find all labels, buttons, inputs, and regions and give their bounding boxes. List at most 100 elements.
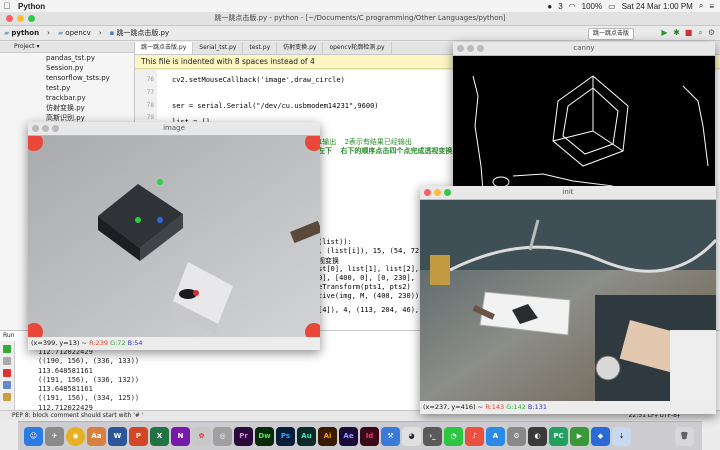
pixel-red: R:239 — [89, 339, 108, 347]
tab-test[interactable]: test.py — [243, 42, 278, 54]
app-menu-name[interactable]: Python — [18, 2, 45, 11]
zoom-icon[interactable] — [52, 125, 59, 132]
code-line: [4]), 4, (113, 204, 46), - — [318, 306, 428, 314]
ide-title-bar: 跳一跳点击版.py - python - [~/Documents/C prog… — [0, 12, 720, 26]
run-configuration-select[interactable]: 跳一跳点击版 — [588, 28, 635, 40]
navigation-bar: ▰ python › ▰ opencv › ▪ 跳一跳点击版.py 跳一跳点击版 ▶ … — [0, 26, 720, 41]
image-window: image (x=399, y=13) ~ R:239 G:72 B:54 — [28, 122, 320, 350]
minimize-icon[interactable] — [17, 15, 24, 22]
terminal-icon[interactable]: ›_ — [423, 426, 442, 446]
photoshop-icon[interactable]: Ps — [276, 426, 295, 446]
audition-icon[interactable]: Au — [297, 426, 316, 446]
photos-icon[interactable]: ✿ — [192, 426, 211, 446]
breadcrumb-file[interactable]: ▪ 跳一跳点击版.py — [110, 28, 170, 38]
tab-contour[interactable]: opencv轮廓检测.py — [323, 42, 392, 54]
chevron-right-icon: › — [98, 29, 102, 37]
wechat-icon[interactable]: ◔ — [444, 426, 463, 446]
notification-count[interactable]: 3 — [558, 2, 562, 11]
breadcrumb-python[interactable]: ▰ python — [4, 29, 39, 37]
clock[interactable]: Sat 24 Mar 1:00 PM — [622, 2, 693, 11]
wechat-icon[interactable]: ● — [547, 2, 552, 11]
stop-icon[interactable] — [3, 369, 11, 377]
scroll-icon[interactable] — [3, 357, 11, 365]
search-everywhere-icon[interactable]: ⌕ — [696, 28, 705, 37]
app-icon[interactable]: ◎ — [213, 426, 232, 446]
search-icon[interactable]: ⌕ — [699, 1, 703, 11]
word-icon[interactable]: W — [108, 426, 127, 446]
menu-icon[interactable]: ≡ — [709, 2, 714, 11]
stop-icon[interactable]: ■ — [684, 28, 693, 37]
python-file-icon: ▪ — [109, 29, 115, 37]
breadcrumb-opencv[interactable]: ▰ opencv — [58, 29, 91, 37]
app-icon[interactable]: ◐ — [528, 426, 547, 446]
console-output[interactable]: 112.712022429 ((190, 156), (336, 133)) 113… — [38, 348, 139, 413]
launchpad-icon[interactable]: ✈ — [45, 426, 64, 446]
init-window: init (x=237, y=416) ~ R:143 G:142 B:131 — [420, 186, 716, 414]
tab-main-file[interactable]: 跳一跳点击版.py — [135, 42, 194, 54]
onenote-icon[interactable]: N — [171, 426, 190, 446]
project-panel-header[interactable]: Project ▾ — [0, 42, 134, 53]
code-line: st[0], list[1], list[2], l — [318, 265, 428, 273]
minimize-icon[interactable] — [434, 189, 441, 196]
dock: ☺ ✈ ◉ Aa W P X N ✿ ◎ Pr Dw Ps Au Ai Ae I… — [18, 421, 702, 450]
illustrator-icon[interactable]: Ai — [318, 426, 337, 446]
qq-icon[interactable]: ◕ — [402, 426, 421, 446]
rerun-icon[interactable] — [3, 345, 11, 353]
powerpoint-icon[interactable]: P — [129, 426, 148, 446]
after-effects-icon[interactable]: Ae — [339, 426, 358, 446]
pycharm-icon[interactable]: PC — [549, 426, 568, 446]
project-file[interactable]: test.py — [0, 83, 134, 93]
folder-icon: ▰ — [4, 29, 10, 37]
app-icon[interactable]: ◆ — [591, 426, 610, 446]
close-icon[interactable] — [457, 45, 464, 52]
project-file[interactable]: 仿射变换.py — [0, 103, 134, 113]
minimize-icon[interactable] — [467, 45, 474, 52]
close-icon[interactable] — [32, 125, 39, 132]
close-icon[interactable] — [424, 189, 431, 196]
clear-icon[interactable] — [3, 393, 11, 401]
wifi-icon[interactable]: ◠ — [569, 2, 576, 11]
project-file[interactable]: pandas_tst.py — [0, 53, 134, 63]
debug-icon[interactable]: ✱ — [672, 28, 681, 37]
dreamweaver-icon[interactable]: Dw — [255, 426, 274, 446]
system-preferences-icon[interactable]: ⚙ — [507, 426, 526, 446]
pause-icon[interactable] — [3, 381, 11, 389]
camera-image[interactable] — [28, 136, 320, 338]
code-line: eTransform(pts1, pts2) — [318, 283, 411, 291]
console-line: ((191, 156), (336, 132)) — [38, 375, 140, 384]
app-store-icon[interactable]: A — [486, 426, 505, 446]
downloads-icon[interactable]: ⇣ — [612, 426, 631, 446]
image-pixel-info: (x=399, y=13) ~ R:239 G:72 B:54 — [28, 337, 320, 350]
close-icon[interactable] — [6, 15, 13, 22]
project-file[interactable]: Session.py — [0, 63, 134, 73]
battery-percent[interactable]: 100% — [582, 2, 602, 11]
minimize-icon[interactable] — [42, 125, 49, 132]
chrome-icon[interactable]: ◉ — [66, 426, 85, 446]
zoom-icon[interactable] — [28, 15, 35, 22]
settings-icon[interactable]: ⚙ — [707, 28, 716, 37]
code-line: ser = serial.Serial("/dev/cu.usbmodem142… — [172, 102, 379, 110]
netease-icon[interactable]: ♪ — [465, 426, 484, 446]
project-file[interactable]: trackbar.py — [0, 93, 134, 103]
zoom-icon[interactable] — [477, 45, 484, 52]
line-number: 77 — [146, 89, 154, 96]
run-icon[interactable]: ▶ — [660, 28, 669, 37]
project-file[interactable]: tensorflow_tsts.py — [0, 73, 134, 83]
canny-title-bar: canny — [453, 42, 715, 56]
indesign-icon[interactable]: Id — [360, 426, 379, 446]
finder-icon[interactable]: ☺ — [24, 426, 43, 446]
excel-icon[interactable]: X — [150, 426, 169, 446]
trash-icon[interactable]: 🗑 — [675, 426, 694, 446]
python-launcher-icon[interactable]: ▶ — [570, 426, 589, 446]
tab-affine[interactable]: 仿射变换.py — [277, 42, 324, 54]
camera-feed[interactable] — [420, 200, 716, 402]
xcode-icon[interactable]: ⚒ — [381, 426, 400, 446]
canny-edge-image[interactable] — [453, 56, 715, 192]
line-number: 76 — [146, 76, 154, 83]
zoom-icon[interactable] — [444, 189, 451, 196]
apple-icon[interactable]:  — [0, 1, 14, 11]
premiere-icon[interactable]: Pr — [234, 426, 253, 446]
dictionary-icon[interactable]: Aa — [87, 426, 106, 446]
battery-icon[interactable]: ▭ — [608, 2, 616, 11]
tab-serial-tst[interactable]: Serial_tst.py — [193, 42, 244, 54]
